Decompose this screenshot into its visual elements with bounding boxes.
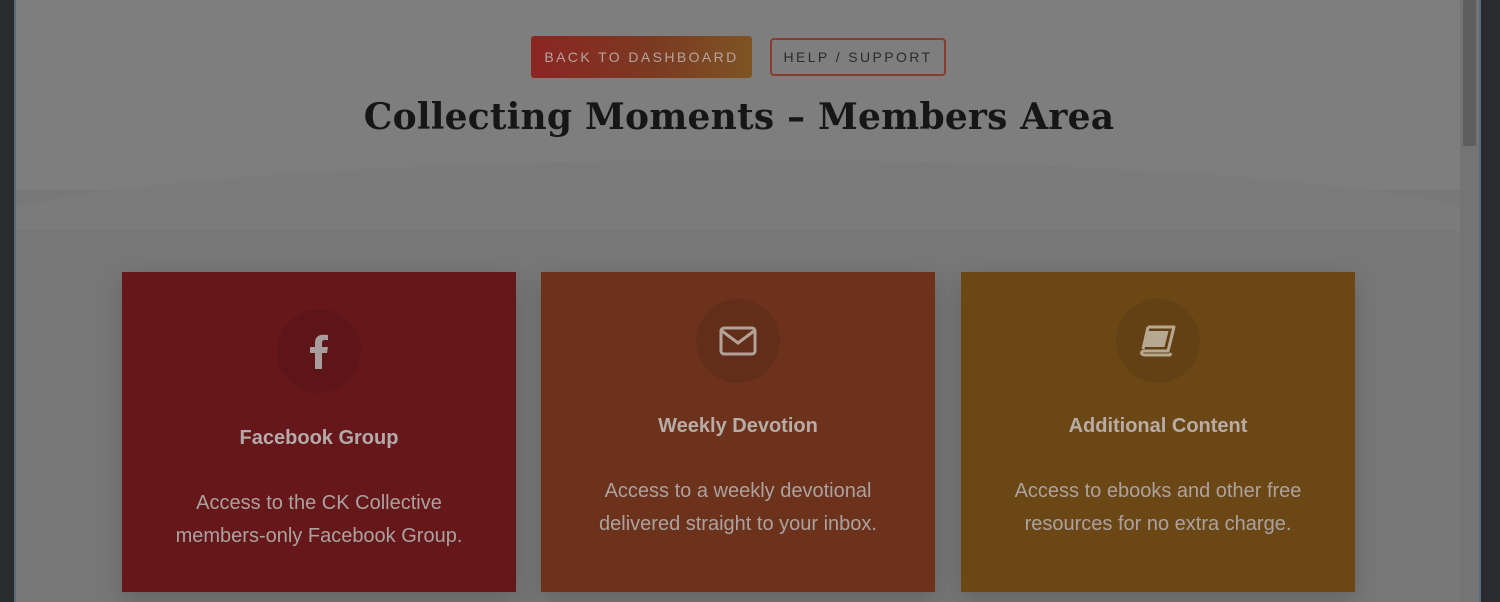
- scrollbar-thumb[interactable]: [1463, 0, 1476, 146]
- card-title: Weekly Devotion: [658, 415, 818, 437]
- help-support-button[interactable]: HELP / SUPPORT: [770, 38, 946, 76]
- card-facebook-group[interactable]: Facebook Group Access to the CK Collecti…: [122, 272, 516, 592]
- scrollbar[interactable]: [1460, 0, 1479, 602]
- envelope-icon: [696, 299, 780, 383]
- back-to-dashboard-button[interactable]: BACK TO DASHBOARD: [531, 36, 752, 78]
- page-frame: BACK TO DASHBOARD HELP / SUPPORT Collect…: [14, 0, 1481, 602]
- card-title: Facebook Group: [239, 427, 399, 449]
- card-description: Access to the CK Collective members-only…: [175, 492, 463, 547]
- facebook-icon: [277, 309, 361, 393]
- card-weekly-devotion[interactable]: Weekly Devotion Access to a weekly devot…: [541, 272, 935, 592]
- card-additional-content[interactable]: Additional Content Access to ebooks and …: [961, 272, 1355, 592]
- page-title: Collecting Moments – Members Area: [363, 96, 1115, 138]
- card-description: Access to ebooks and other free resource…: [1014, 480, 1302, 535]
- card-title: Additional Content: [1068, 415, 1248, 437]
- book-icon: [1116, 299, 1200, 383]
- card-description: Access to a weekly devotional delivered …: [599, 480, 877, 535]
